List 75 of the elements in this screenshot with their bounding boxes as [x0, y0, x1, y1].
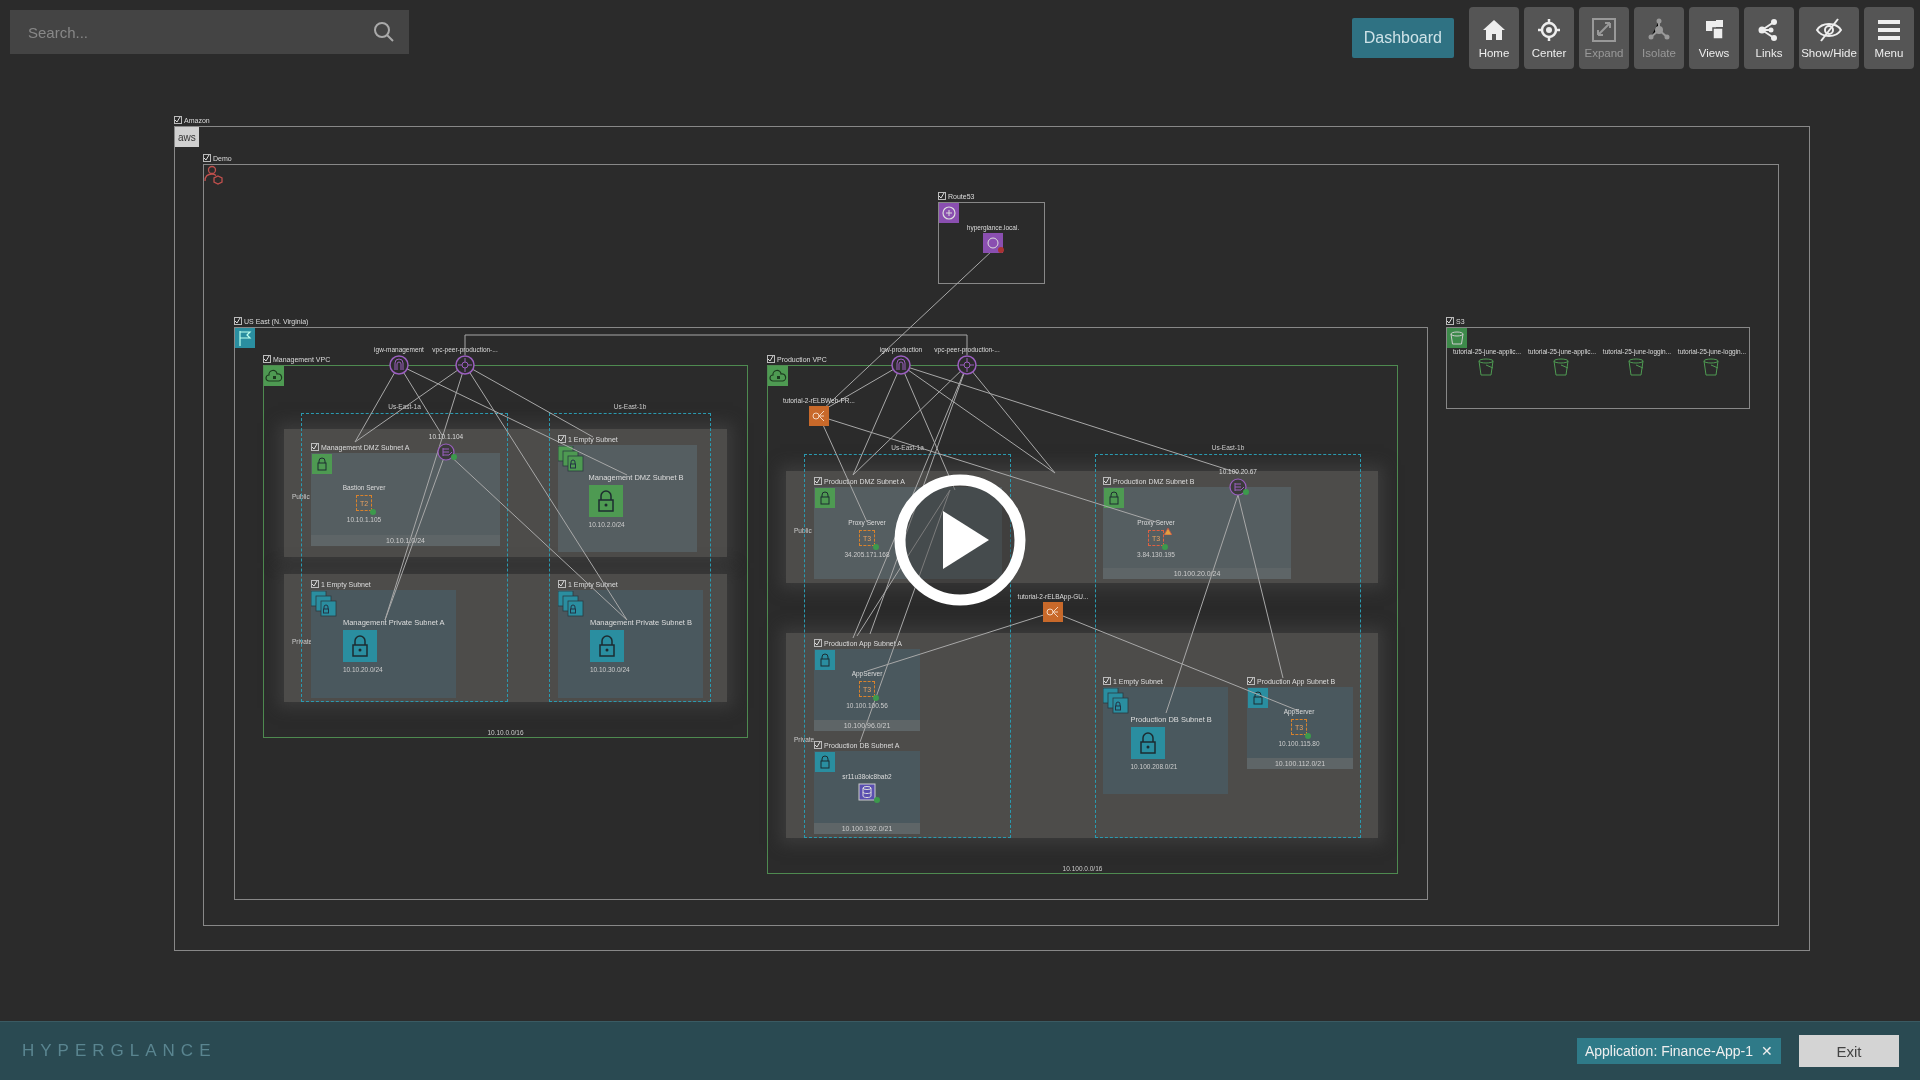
checkbox[interactable]	[1103, 477, 1111, 485]
checkbox[interactable]	[558, 580, 566, 588]
checkbox[interactable]	[938, 192, 946, 200]
logo: HYPERGLANCE	[22, 1041, 218, 1061]
lock-icon	[815, 650, 835, 670]
close-button[interactable]: ✕	[1761, 1043, 1773, 1059]
bucket-icon[interactable]	[1627, 357, 1647, 377]
load-balancer-icon[interactable]	[809, 406, 829, 426]
cloud-lock-icon	[769, 367, 787, 385]
checkbox[interactable]	[174, 116, 182, 124]
search-icon	[373, 21, 395, 43]
load-balancer-icon[interactable]	[1043, 602, 1063, 622]
bucket-icon[interactable]	[1552, 357, 1572, 377]
status-icon	[1162, 544, 1168, 550]
checkbox[interactable]	[558, 435, 566, 443]
toolbar-button[interactable]: Center	[1524, 7, 1574, 69]
peering-icon[interactable]	[957, 355, 977, 375]
lock-icon	[588, 485, 623, 517]
nat-gateway-icon[interactable]	[1228, 477, 1250, 497]
lock-icon	[1130, 727, 1165, 759]
cloud-lock-icon	[265, 367, 283, 385]
checkbox[interactable]	[203, 154, 211, 162]
expand-icon	[1591, 17, 1617, 42]
exit-button[interactable]: Exit	[1799, 1035, 1899, 1067]
gateway-icon[interactable]	[389, 355, 409, 375]
nat-gateway-icon[interactable]	[436, 442, 458, 462]
status-icon	[1305, 733, 1311, 739]
toolbar-button[interactable]: Views	[1689, 7, 1739, 69]
toolbar-button[interactable]: Home	[1469, 7, 1519, 69]
stacked-locks-icon	[311, 591, 337, 617]
status-icon	[873, 544, 879, 550]
checkbox[interactable]	[1103, 677, 1111, 685]
checkbox[interactable]	[234, 317, 242, 325]
menu-icon	[1876, 17, 1902, 42]
checkbox[interactable]	[814, 477, 822, 485]
tag-label: Application: Finance-App-1	[1584, 1043, 1753, 1059]
checkbox[interactable]	[311, 443, 319, 451]
gateway-icon[interactable]	[891, 355, 911, 375]
aws-logo: aws	[177, 130, 197, 145]
checkbox[interactable]	[814, 639, 822, 647]
warning-icon	[1164, 528, 1172, 535]
stacked-locks-icon	[1103, 688, 1129, 714]
bucket-icon[interactable]	[1702, 357, 1722, 377]
user-cube-icon	[204, 165, 224, 185]
lock-icon	[342, 630, 377, 662]
checkbox[interactable]	[1446, 317, 1454, 325]
lock-icon	[815, 488, 835, 508]
status-icon	[873, 695, 879, 701]
database-icon[interactable]	[857, 782, 881, 804]
checkbox[interactable]	[311, 580, 319, 588]
nodes-icon	[1646, 17, 1672, 42]
stacked-locks-icon	[558, 591, 584, 617]
search-field[interactable]: Search...	[10, 10, 409, 54]
checkbox[interactable]	[767, 355, 775, 363]
dashboard-button[interactable]: Dashboard	[1351, 18, 1454, 58]
stacked-locks-icon	[558, 446, 584, 472]
bucket-icon	[1448, 329, 1466, 347]
toolbar-button[interactable]: Links	[1744, 7, 1794, 69]
peering-icon[interactable]	[455, 355, 475, 375]
lock-icon	[1248, 688, 1268, 708]
lock-icon	[815, 752, 835, 772]
eye-slash-icon	[1816, 17, 1842, 42]
checkbox[interactable]	[814, 741, 822, 749]
toolbar-button[interactable]: Show/Hide	[1799, 7, 1859, 69]
status-icon	[370, 509, 376, 515]
crosshair-icon	[1536, 17, 1562, 42]
bucket-icon[interactable]	[1477, 357, 1497, 377]
lock-icon	[589, 630, 624, 662]
checkbox[interactable]	[1247, 677, 1255, 685]
lock-icon	[312, 454, 332, 474]
toolbar-button[interactable]: Menu	[1864, 7, 1914, 69]
home-icon	[1481, 17, 1507, 42]
lock-icon	[1104, 488, 1124, 508]
dns-record-icon[interactable]	[983, 233, 1005, 255]
checkbox[interactable]	[263, 355, 271, 363]
